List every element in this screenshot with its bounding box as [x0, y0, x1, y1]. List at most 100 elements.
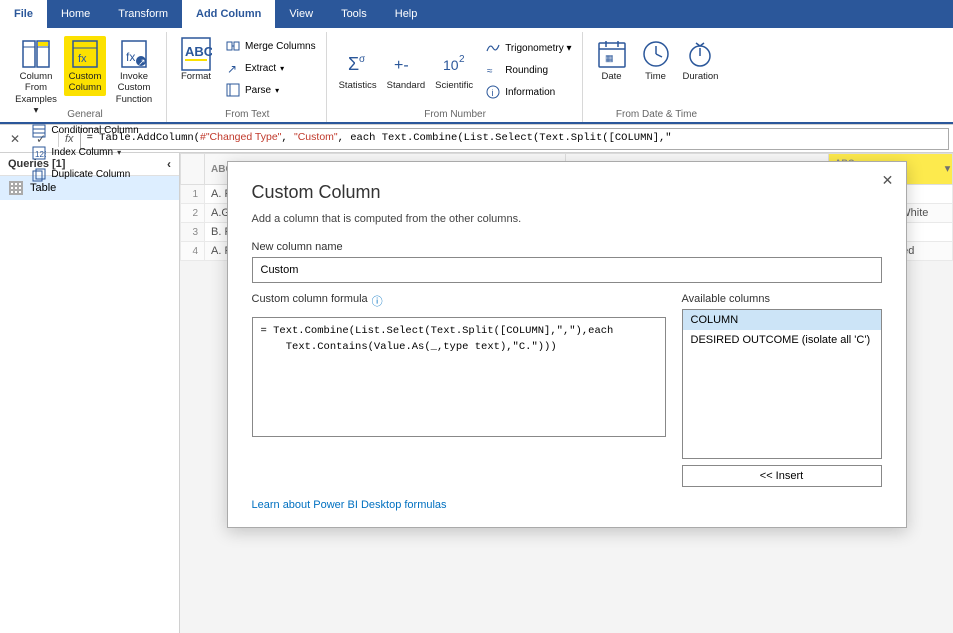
standard-button[interactable]: +- Standard [383, 45, 430, 93]
formula-help-icon[interactable]: ⓘ [372, 293, 383, 309]
svg-text:≈: ≈ [487, 66, 493, 77]
tab-view[interactable]: View [275, 0, 327, 28]
svg-text:▦: ▦ [605, 53, 614, 63]
statistics-label: Statistics [339, 80, 377, 91]
conditional-col-button[interactable]: Conditional Column [27, 121, 142, 141]
available-cols-label: Available columns [682, 293, 882, 305]
formula-input[interactable]: = Table.AddColumn(#"Changed Type", "Cust… [80, 128, 949, 150]
ribbon-group-general: Column FromExamples ▾ fx CustomColumn fx… [4, 32, 167, 122]
ribbon-content: Column FromExamples ▾ fx CustomColumn fx… [0, 28, 953, 124]
date-button[interactable]: ▦ Date [591, 36, 633, 84]
trig-icon [485, 40, 501, 56]
general-group-label: General [4, 109, 166, 120]
duration-icon [684, 38, 716, 70]
custom-column-button[interactable]: fx CustomColumn [64, 36, 106, 96]
formula-editor[interactable]: = Text.Combine(List.Select(Text.Split([C… [252, 317, 666, 437]
svg-text:Σ: Σ [348, 54, 359, 74]
formula-label: Custom column formula [252, 293, 368, 305]
information-icon: i [485, 84, 501, 100]
custom-column-label: CustomColumn [69, 71, 102, 94]
svg-text:σ: σ [359, 54, 366, 65]
merge-cols-label: Merge Columns [245, 41, 316, 52]
scientific-button[interactable]: 102 Scientific [431, 45, 477, 93]
conditional-col-icon [31, 123, 47, 139]
col-from-examples-icon [20, 38, 52, 70]
invoke-custom-label: Invoke CustomFunction [112, 71, 156, 105]
svg-text:fx: fx [78, 53, 87, 65]
index-col-label: Index Column [51, 147, 113, 158]
sidebar-collapse-button[interactable]: ‹ [167, 157, 171, 171]
duplicate-col-button[interactable]: Duplicate Column [27, 165, 142, 185]
format-button[interactable]: ABC Format [175, 34, 217, 84]
rounding-icon: ≈ [485, 62, 501, 78]
formula-cancel-button[interactable]: ✕ [4, 128, 26, 150]
time-icon [640, 38, 672, 70]
col-name-input[interactable] [252, 257, 882, 283]
tab-transform[interactable]: Transform [104, 0, 182, 28]
svg-text:ABC: ABC [185, 44, 212, 59]
tab-help[interactable]: Help [381, 0, 432, 28]
col-name-label: New column name [252, 241, 882, 253]
tab-home[interactable]: Home [47, 0, 104, 28]
dialog-close-button[interactable]: ✕ [878, 170, 898, 190]
available-col-desired[interactable]: DESIRED OUTCOME (isolate all 'C') [683, 330, 881, 350]
from-date-time-group-label: From Date & Time [585, 109, 729, 120]
statistics-button[interactable]: Σσ Statistics [335, 45, 381, 93]
ribbon-tabs: File Home Transform Add Column View Tool… [0, 0, 953, 28]
date-icon: ▦ [596, 38, 628, 70]
information-label: Information [505, 87, 555, 98]
svg-text:2: 2 [459, 54, 465, 65]
parse-label: Parse [245, 85, 271, 96]
available-cols-list: COLUMN DESIRED OUTCOME (isolate all 'C') [682, 309, 882, 459]
extract-label: Extract [245, 63, 276, 74]
ribbon-group-from-number: Σσ Statistics +- Standard 102 Scientific [329, 32, 583, 122]
duplicate-col-label: Duplicate Column [51, 169, 130, 180]
sidebar: Queries [1] ‹ Table [0, 153, 180, 633]
parse-icon [225, 82, 241, 98]
col-from-examples-button[interactable]: Column FromExamples ▾ [10, 36, 62, 119]
merge-cols-button[interactable]: Merge Columns [221, 36, 320, 56]
content-area: Queries [1] ‹ Table ABC [0, 153, 953, 633]
rounding-label: Rounding [505, 65, 548, 76]
dialog-title: Custom Column [252, 182, 882, 203]
rounding-button[interactable]: ≈ Rounding [481, 60, 575, 80]
standard-label: Standard [387, 80, 426, 91]
svg-text:fx: fx [126, 50, 135, 64]
svg-text:+-: +- [394, 57, 409, 74]
invoke-custom-icon: fx↗ [118, 38, 150, 70]
information-button[interactable]: i Information [481, 82, 575, 102]
table-icon [8, 180, 24, 196]
invoke-custom-button[interactable]: fx↗ Invoke CustomFunction [108, 36, 160, 107]
duration-button[interactable]: Duration [679, 36, 723, 84]
svg-text:123: 123 [35, 150, 46, 159]
date-label: Date [601, 71, 621, 82]
available-col-column[interactable]: COLUMN [683, 310, 881, 330]
duplicate-col-icon [31, 167, 47, 183]
custom-column-dialog: ✕ Custom Column Add a column that is com… [227, 161, 907, 528]
svg-text:↗: ↗ [227, 62, 237, 75]
custom-column-icon: fx [69, 38, 101, 70]
extract-icon: ↗ [225, 60, 241, 76]
ribbon-group-from-date-time: ▦ Date Time Duration From Date [585, 32, 729, 122]
from-number-group-label: From Number [329, 109, 582, 120]
time-button[interactable]: Time [635, 36, 677, 84]
scientific-label: Scientific [435, 80, 473, 91]
learn-link[interactable]: Learn about Power BI Desktop formulas [252, 499, 447, 511]
extract-button[interactable]: ↗ Extract ▾ [221, 58, 320, 78]
dialog-overlay: ✕ Custom Column Add a column that is com… [180, 153, 953, 633]
time-label: Time [645, 71, 666, 82]
index-col-button[interactable]: 123 Index Column ▾ [27, 143, 142, 163]
format-icon: ABC [180, 38, 212, 70]
svg-text:i: i [492, 88, 494, 98]
from-text-group-label: From Text [169, 109, 326, 120]
insert-button[interactable]: << Insert [682, 465, 882, 487]
ribbon-group-from-text: ABC Format Merge Columns ↗ Extract [169, 32, 327, 122]
tab-add-column[interactable]: Add Column [182, 0, 275, 28]
tab-tools[interactable]: Tools [327, 0, 381, 28]
trig-label: Trigonometry ▾ [505, 43, 571, 54]
trig-button[interactable]: Trigonometry ▾ [481, 38, 575, 58]
merge-cols-icon [225, 38, 241, 54]
tab-file[interactable]: File [0, 0, 47, 28]
duration-label: Duration [683, 71, 719, 82]
parse-button[interactable]: Parse ▾ [221, 80, 320, 100]
